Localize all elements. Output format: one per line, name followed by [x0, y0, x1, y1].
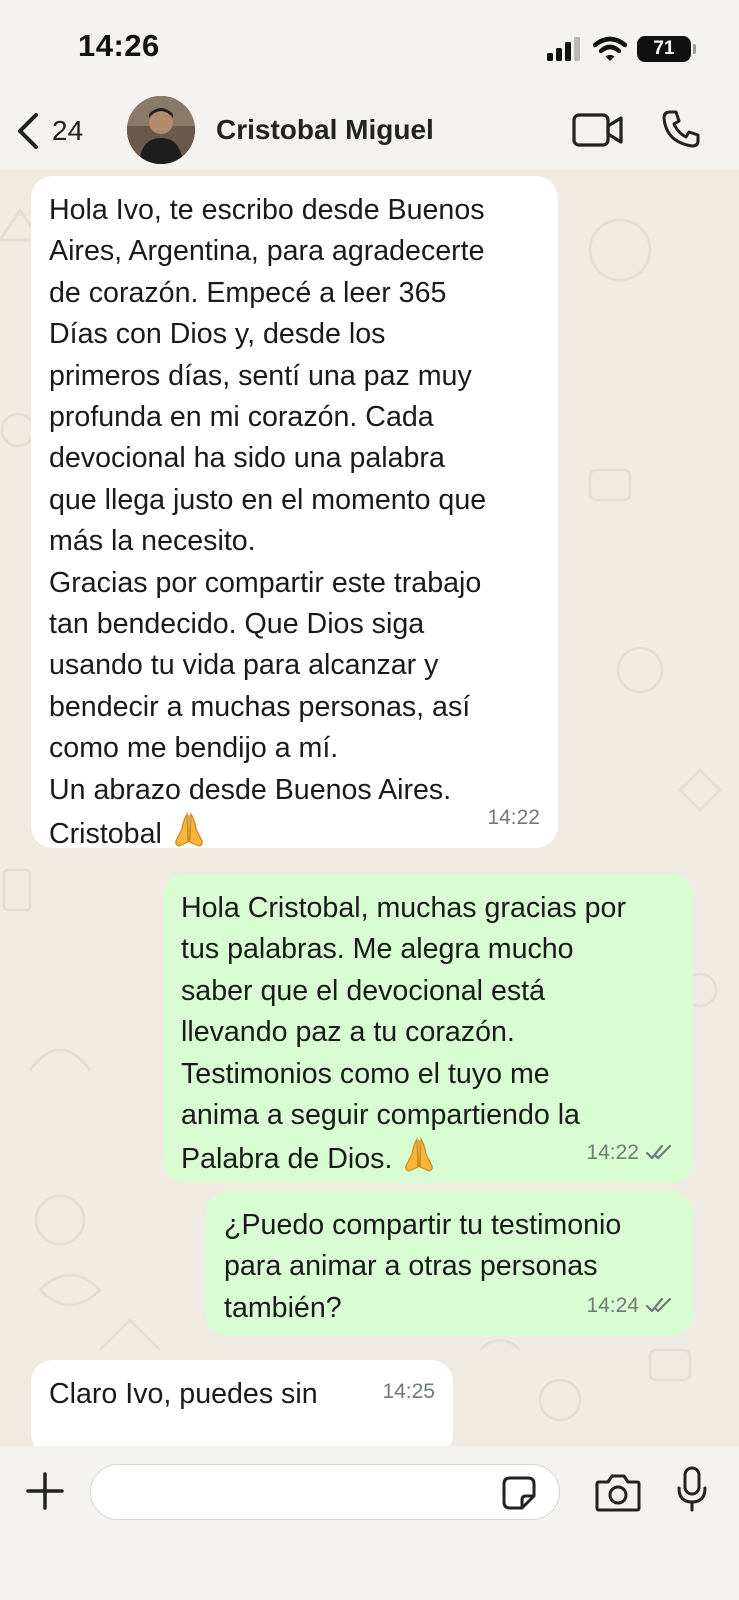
back-button[interactable]: 24 — [14, 106, 83, 156]
message-text: Hola Cristobal, muchas gracias por tus p… — [181, 892, 626, 1176]
camera-icon — [595, 1474, 641, 1512]
plus-icon — [26, 1472, 64, 1510]
message-text: ¿Puedo compartir tu testimonio para anim… — [224, 1209, 622, 1324]
contact-avatar[interactable] — [127, 96, 195, 164]
message-time: 14:22 — [487, 805, 540, 829]
praying-hands-icon — [405, 1137, 434, 1173]
message-meta: 14:22 — [586, 1132, 675, 1173]
camera-button[interactable] — [595, 1472, 641, 1517]
voice-call-button[interactable] — [660, 108, 702, 155]
message-meta: 14:24 — [586, 1285, 675, 1326]
cellular-signal-icon — [547, 37, 580, 61]
microphone-icon — [677, 1466, 707, 1512]
wifi-icon — [593, 36, 627, 61]
status-time: 14:26 — [78, 28, 160, 63]
message-meta: 14:22 — [487, 797, 540, 838]
video-camera-icon — [572, 113, 623, 147]
message-bubble-outgoing[interactable]: Hola Cristobal, muchas gracias por tus p… — [163, 874, 693, 1183]
chat-area[interactable]: Hola Ivo, te escribo desde Buenos Aires,… — [0, 170, 739, 1446]
message-text: Claro Ivo, puedes sin — [49, 1378, 318, 1410]
status-bar: 14:26 71 — [0, 0, 739, 96]
message-time: 14:24 — [586, 1293, 639, 1317]
video-call-button[interactable] — [572, 112, 624, 153]
double-check-icon — [645, 1145, 672, 1160]
message-composer — [0, 1446, 739, 1600]
double-check-icon — [645, 1298, 672, 1313]
chat-header: 24 Cristobal Miguel — [0, 96, 739, 170]
phone-icon — [662, 110, 700, 148]
sticker-button[interactable] — [502, 1476, 536, 1515]
unread-count: 24 — [52, 115, 84, 146]
battery-level: 71 — [653, 38, 675, 59]
message-time: 14:22 — [586, 1140, 639, 1164]
chat-screen: 14:26 71 24 Cristobal Miguel Hola Ivo, t… — [0, 0, 739, 1600]
attach-button[interactable] — [24, 1470, 66, 1517]
microphone-button[interactable] — [675, 1466, 709, 1519]
message-meta: 14:25 — [382, 1371, 435, 1412]
message-bubble-outgoing[interactable]: ¿Puedo compartir tu testimonio para anim… — [206, 1191, 693, 1336]
sticker-icon — [502, 1476, 536, 1510]
message-bubble-incoming[interactable]: Hola Ivo, te escribo desde Buenos Aires,… — [31, 176, 558, 851]
message-time: 14:25 — [382, 1379, 435, 1403]
avatar-photo — [127, 96, 195, 164]
battery-icon: 71 — [637, 36, 696, 62]
message-input[interactable] — [90, 1464, 560, 1520]
contact-name[interactable]: Cristobal Miguel — [216, 114, 434, 146]
message-text: Hola Ivo, te escribo desde Buenos Aires,… — [49, 194, 487, 851]
status-icons: 71 — [547, 36, 696, 62]
message-bubble-incoming[interactable]: Claro Ivo, puedes sin 14:25 — [31, 1360, 453, 1446]
chevron-left-icon — [18, 113, 38, 149]
praying-hands-icon — [174, 811, 203, 847]
